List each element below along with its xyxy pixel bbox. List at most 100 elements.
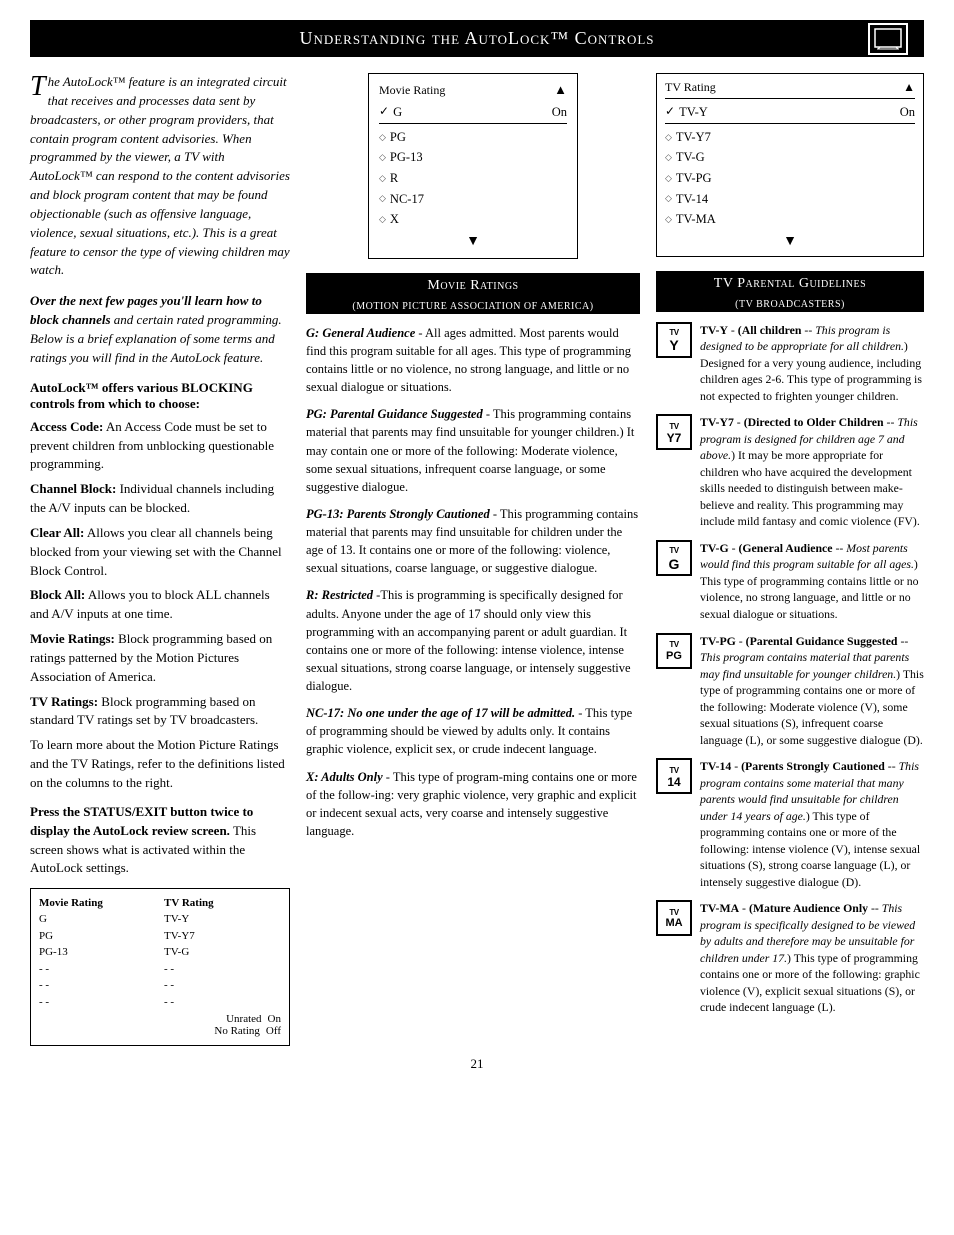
- rating-entry-g: G: General Audience - All ages admitted.…: [306, 324, 640, 397]
- tv-guide-entry-y: TV Y TV-Y - (All children -- This progra…: [656, 322, 924, 405]
- bottom-tv-row-5: - -: [164, 994, 281, 1011]
- r-entry-text: This is programming is specifically desi…: [306, 588, 631, 693]
- tv-pg-italic: This program contains material that pare…: [700, 650, 909, 681]
- tv-ma-bold: (Mature Audience Only: [749, 901, 868, 915]
- x-entry-label: X: Adults Only: [306, 770, 383, 784]
- tv-pg-bold: (Parental Guidance Suggested: [746, 634, 898, 648]
- tv-g-entry-label: TV-G: [700, 541, 729, 555]
- tv-rating-box[interactable]: TV Rating ▲ ✓ TV-Y On ◇ TV-Y7 ◇ TV-G: [656, 73, 924, 257]
- tv-rating-y7[interactable]: ◇ TV-Y7: [665, 127, 915, 148]
- bottom-tv-col: TV Rating TV-Y TV-Y7 TV-G - - - - - -: [164, 897, 281, 1010]
- footer-no-rating: No Rating: [214, 1025, 260, 1037]
- bottom-movie-row-3: - -: [39, 961, 156, 978]
- tv-ma-badge: TV MA: [656, 900, 692, 936]
- bottom-movie-row-5: - -: [39, 994, 156, 1011]
- tv-pg-badge-bottom: PG: [666, 651, 682, 662]
- tv-rating-pg[interactable]: ◇ TV-PG: [665, 168, 915, 189]
- movie-rating-pg13[interactable]: ◇ PG-13: [379, 147, 567, 168]
- tv-rating-divider: ✓ TV-Y On: [665, 102, 915, 124]
- movie-rating-r[interactable]: ◇ R: [379, 168, 567, 189]
- channel-block-label: Channel Block:: [30, 481, 116, 496]
- movie-rating-divider: ✓ G On: [379, 102, 567, 124]
- tv-rating-title: TV Rating: [665, 80, 716, 95]
- tv-g-guide-text: TV-G - (General Audience -- Most parents…: [700, 540, 924, 623]
- movie-rating-nc17[interactable]: ◇ NC-17: [379, 189, 567, 210]
- controls-item-access-code: Access Code: An Access Code must be set …: [30, 418, 290, 475]
- tv-ma-entry-label: TV-MA: [700, 901, 739, 915]
- movie-rating-down-arrow[interactable]: ▼: [379, 234, 567, 250]
- bottom-footer-2: No Rating Off: [39, 1025, 281, 1037]
- tv-14-badge: TV 14: [656, 758, 692, 794]
- r-label: R: [390, 168, 398, 189]
- bottom-tv-row-1: TV-Y7: [164, 928, 281, 945]
- controls-item-channel-block: Channel Block: Individual channels inclu…: [30, 480, 290, 518]
- tv-rating-g[interactable]: ◇ TV-G: [665, 147, 915, 168]
- tv-rating-ma[interactable]: ◇ TV-MA: [665, 209, 915, 230]
- controls-item-more-info: To learn more about the Motion Picture R…: [30, 736, 290, 793]
- check-icon: ✓: [379, 102, 389, 122]
- tv-guide-entry-g: TV G TV-G - (General Audience -- Most pa…: [656, 540, 924, 623]
- col-mid: Movie Rating ▲ ✓ G On ◇ PG ◇ PG-13: [306, 73, 640, 849]
- footer-on-label: On: [268, 1013, 281, 1025]
- rating-entry-pg13: PG-13: Parents Strongly Cautioned - This…: [306, 505, 640, 578]
- movie-rating-box[interactable]: Movie Rating ▲ ✓ G On ◇ PG ◇ PG-13: [368, 73, 578, 259]
- tv-pg-entry-label: TV-PG: [700, 634, 736, 648]
- bottom-box: Movie Rating G PG PG-13 - - - - - - TV R…: [30, 888, 290, 1046]
- tv-14-entry-label: TV-14: [700, 759, 731, 773]
- main-content: The AutoLock™ feature is an integrated c…: [30, 73, 924, 1046]
- tv-y-guide-text: TV-Y - (All children -- This program is …: [700, 322, 924, 405]
- tv-guide-entry-y7: TV Y7 TV-Y7 - (Directed to Older Childre…: [656, 414, 924, 530]
- tv-icon: [868, 23, 908, 55]
- bottom-tv-col-label: TV Rating: [164, 897, 281, 909]
- movie-rating-up-arrow[interactable]: ▲: [554, 82, 567, 98]
- diamond-pg13: ◇: [379, 150, 386, 165]
- tv-y-label: TV-Y: [700, 323, 728, 337]
- tv-guide-entry-14: TV 14 TV-14 - (Parents Strongly Cautione…: [656, 758, 924, 890]
- controls-item-movie-ratings: Movie Ratings: Block programming based o…: [30, 630, 290, 687]
- tv-14-guide-text: TV-14 - (Parents Strongly Cautioned -- T…: [700, 758, 924, 890]
- tv-rating-14[interactable]: ◇ TV-14: [665, 189, 915, 210]
- col-left: The AutoLock™ feature is an integrated c…: [30, 73, 290, 1046]
- movie-rating-pg[interactable]: ◇ PG: [379, 127, 567, 148]
- controls-item-tv-ratings: TV Ratings: Block programming based on s…: [30, 693, 290, 731]
- tv-guidelines-subheader-text: (TV Broadcasters): [735, 299, 845, 310]
- tv-g-badge-bottom: G: [669, 557, 680, 571]
- tv-14-bold: (Parents Strongly Cautioned: [741, 759, 885, 773]
- pg13-entry-label: PG-13: Parents Strongly Cautioned: [306, 507, 490, 521]
- tv-y7-text: ) It may be more appropriate for childre…: [700, 448, 920, 528]
- tv-rating-down-arrow[interactable]: ▼: [665, 234, 915, 250]
- tv-y-badge: TV Y: [656, 322, 692, 358]
- bottom-tv-row-2: TV-G: [164, 944, 281, 961]
- diamond-r: ◇: [379, 171, 386, 186]
- tv-14-label: TV-14: [676, 189, 708, 210]
- tv-guidelines-header-text: TV Parental Guidelines: [714, 276, 866, 291]
- access-code-label: Access Code:: [30, 419, 103, 434]
- tv-guide-entry-ma: TV MA TV-MA - (Mature Audience Only -- T…: [656, 900, 924, 1016]
- movie-ratings-subheader-text: (Motion Picture Association of America): [352, 301, 593, 312]
- tv-pg-label: TV-PG: [676, 168, 712, 189]
- movie-rating-x[interactable]: ◇ X: [379, 209, 567, 230]
- rating-entry-x: X: Adults Only - This type of program-mi…: [306, 768, 640, 841]
- bottom-movie-row-0: G: [39, 911, 156, 928]
- rating-entry-pg: PG: Parental Guidance Suggested - This p…: [306, 405, 640, 496]
- status-notice-bold: Press the STATUS/EXIT button twice to di…: [30, 804, 253, 838]
- tv-y7-badge-bottom: Y7: [667, 432, 682, 444]
- diamond-nc17: ◇: [379, 191, 386, 206]
- bottom-footer: Unrated On: [39, 1013, 281, 1025]
- check-icon-tv: ✓: [665, 102, 675, 122]
- col-right: TV Rating ▲ ✓ TV-Y On ◇ TV-Y7 ◇ TV-G: [656, 73, 924, 1026]
- movie-ratings-header-text: Movie Ratings: [427, 278, 518, 293]
- tv-g-bold: (General Audience: [738, 541, 832, 555]
- tv-rating-up-arrow[interactable]: ▲: [903, 80, 915, 95]
- intro-paragraph: The AutoLock™ feature is an integrated c…: [30, 73, 290, 280]
- bottom-tv-row-0: TV-Y: [164, 911, 281, 928]
- tv-y7-badge: TV Y7: [656, 414, 692, 450]
- bottom-tv-row-3: - -: [164, 961, 281, 978]
- tv-pg-badge: TV PG: [656, 633, 692, 669]
- tv-guidelines-header: TV Parental Guidelines: [656, 271, 924, 297]
- movie-ratings-header: Movie Ratings: [306, 273, 640, 299]
- controls-item-clear-all: Clear All: Allows you clear all channels…: [30, 524, 290, 581]
- dropcap: T: [30, 73, 46, 101]
- nc17-label: NC-17: [390, 189, 424, 210]
- tv-pg-guide-text: TV-PG - (Parental Guidance Suggested -- …: [700, 633, 924, 749]
